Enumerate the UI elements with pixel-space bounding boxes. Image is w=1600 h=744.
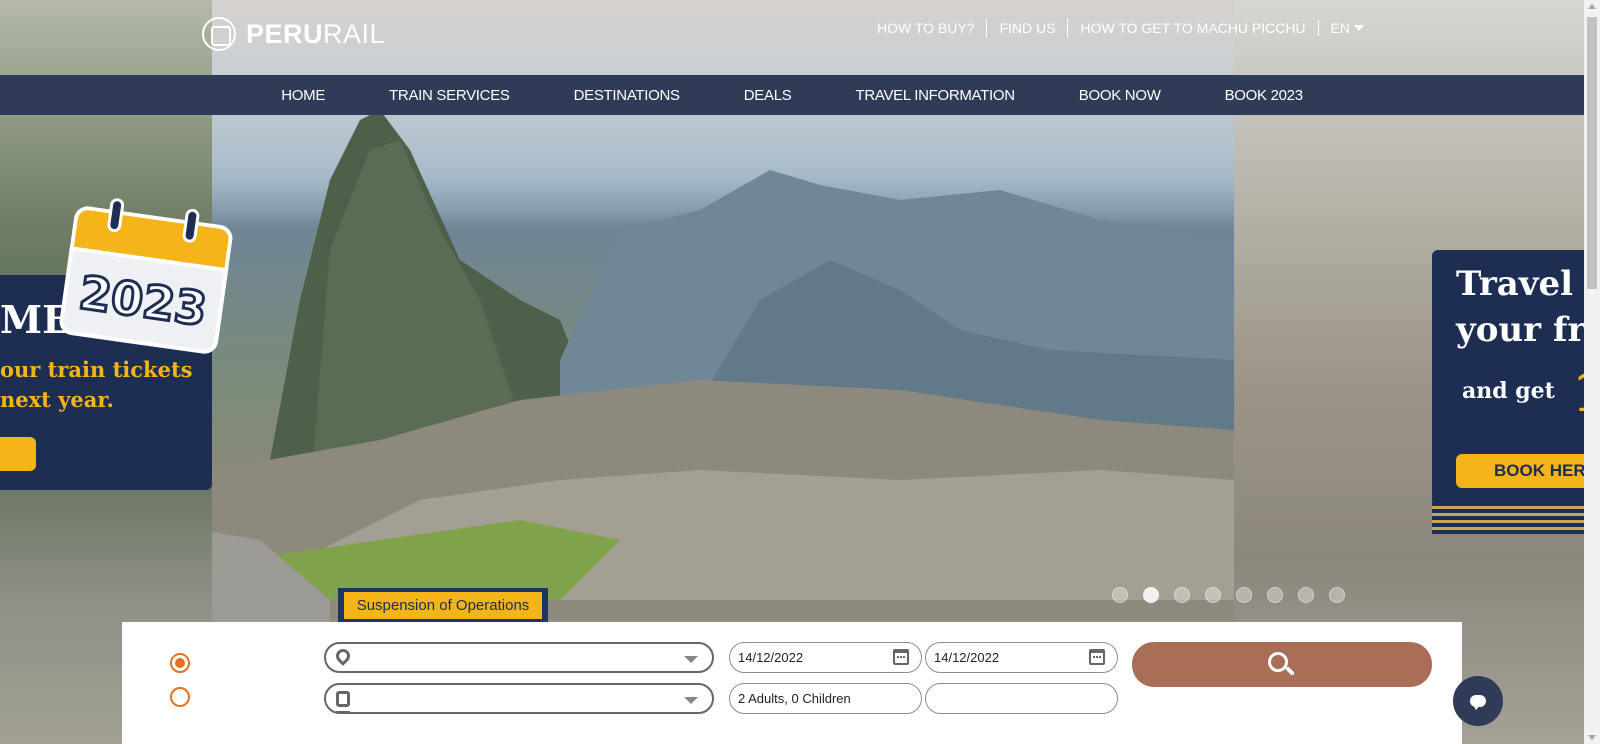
scroll-down-arrow-icon[interactable] <box>1588 735 1596 740</box>
top-links: HOW TO BUY? FIND US HOW TO GET TO MACHU … <box>865 18 1364 38</box>
nav-train-services[interactable]: TRAIN SERVICES <box>357 87 542 104</box>
calendar-icon[interactable] <box>1089 649 1105 665</box>
carousel-dot[interactable] <box>1236 587 1252 603</box>
suspension-tab[interactable]: Suspension of Operations <box>338 588 548 623</box>
link-how-to-buy[interactable]: HOW TO BUY? <box>865 19 987 37</box>
nav-book-2023[interactable]: BOOK 2023 <box>1193 87 1335 104</box>
scroll-up-arrow-icon[interactable] <box>1588 4 1596 9</box>
train-icon <box>336 691 350 713</box>
carousel-dot[interactable] <box>1329 587 1345 603</box>
perurail-logo[interactable]: PERURAIL <box>202 17 385 51</box>
carousel-dot[interactable] <box>1267 587 1283 603</box>
promo-right-line3: and get <box>1462 378 1555 404</box>
promo-right-line2: your fr <box>1456 310 1584 350</box>
promo-right-line1: Travel <box>1456 264 1574 304</box>
carousel-dot[interactable] <box>1174 587 1190 603</box>
page-scrollbar[interactable] <box>1584 0 1600 744</box>
chat-bubble-icon <box>1470 695 1486 710</box>
link-how-to-get-machu-picchu[interactable]: HOW TO GET TO MACHU PICCHU <box>1067 19 1317 37</box>
calendar-icon[interactable] <box>893 649 909 665</box>
return-date-value: 14/12/2022 <box>934 650 1000 665</box>
suspension-label: Suspension of Operations <box>344 592 542 619</box>
chevron-down-icon <box>684 697 698 704</box>
nav-book-now[interactable]: BOOK NOW <box>1047 87 1193 104</box>
promo-left-button[interactable] <box>0 437 36 471</box>
return-date-field[interactable]: 14/12/2022 <box>925 642 1118 673</box>
trip-type-radio-2[interactable] <box>170 687 190 707</box>
calendar-2023-icon: 2023 <box>57 197 235 356</box>
scrollbar-thumb[interactable] <box>1587 17 1597 289</box>
train-select[interactable] <box>324 683 714 714</box>
promo-code-field[interactable] <box>925 683 1118 714</box>
departure-date-value: 14/12/2022 <box>738 650 804 665</box>
logo-text: PERURAIL <box>246 18 386 49</box>
top-header: PERURAIL HOW TO BUY? FIND US HOW TO GET … <box>0 0 1584 75</box>
link-find-us[interactable]: FIND US <box>986 19 1067 37</box>
promo-left-subtitle: our train tickets next year. <box>0 357 193 412</box>
nav-home[interactable]: HOME <box>249 87 357 104</box>
carousel-dot[interactable] <box>1112 587 1128 603</box>
nav-destinations[interactable]: DESTINATIONS <box>542 87 712 104</box>
map-pin-icon <box>333 646 353 666</box>
nav-travel-information[interactable]: TRAVEL INFORMATION <box>823 87 1046 104</box>
departure-date-field[interactable]: 14/12/2022 <box>729 642 922 673</box>
search-button[interactable] <box>1132 642 1432 687</box>
logo-emblem-icon <box>202 17 236 51</box>
search-icon-handle <box>1285 666 1295 676</box>
route-select[interactable] <box>324 642 714 673</box>
language-selector[interactable]: EN <box>1317 20 1364 36</box>
carousel-dot[interactable] <box>1298 587 1314 603</box>
chevron-down-icon <box>684 656 698 663</box>
carousel-dots <box>1112 587 1345 603</box>
promo-right-number: 1 <box>1572 360 1584 424</box>
passengers-value: 2 Adults, 0 Children <box>738 691 851 706</box>
passengers-field[interactable]: 2 Adults, 0 Children <box>729 683 922 714</box>
caret-down-icon <box>1354 25 1364 31</box>
trip-type-radio-1[interactable] <box>170 653 190 673</box>
promo-stripes <box>1432 502 1584 534</box>
promo-banner-right[interactable]: Travel your fr and get 1 BOOK HERE <box>1432 250 1584 505</box>
nav-deals[interactable]: DEALS <box>712 87 824 104</box>
language-label: EN <box>1330 20 1350 36</box>
carousel-dot[interactable] <box>1143 587 1159 603</box>
main-nav: HOME TRAIN SERVICES DESTINATIONS DEALS T… <box>0 75 1584 115</box>
carousel-dot[interactable] <box>1205 587 1221 603</box>
book-here-button[interactable]: BOOK HERE <box>1456 454 1584 488</box>
chat-button[interactable] <box>1453 676 1503 726</box>
